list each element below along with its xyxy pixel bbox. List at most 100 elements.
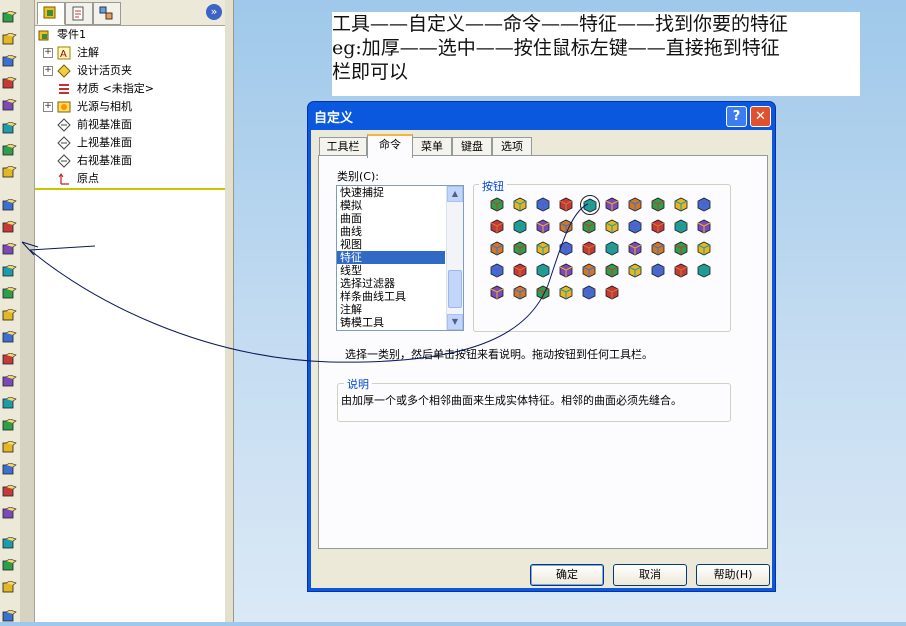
feature-command-icon[interactable] xyxy=(488,283,506,301)
tree-item[interactable]: 右视基准面 xyxy=(35,152,225,170)
property-manager-tab[interactable] xyxy=(65,2,93,25)
feature-command-icon[interactable] xyxy=(580,283,598,301)
feature-command-icon[interactable] xyxy=(580,217,598,235)
category-item[interactable]: 模拟 xyxy=(337,199,445,212)
expand-icon[interactable]: + xyxy=(43,102,53,112)
tab-commands[interactable]: 命令 xyxy=(367,134,413,158)
feature-command-icon[interactable] xyxy=(534,239,552,257)
tree-item[interactable]: 材质 <未指定> xyxy=(35,80,225,98)
circular-pattern-icon[interactable] xyxy=(2,580,17,594)
fillet-icon[interactable] xyxy=(2,98,17,112)
thicken-icon[interactable] xyxy=(580,195,600,215)
feature-command-icon[interactable] xyxy=(580,239,598,257)
mirror-icon[interactable] xyxy=(2,242,17,256)
feature-command-icon[interactable] xyxy=(603,239,621,257)
feature-command-icon[interactable] xyxy=(695,261,713,279)
help-icon[interactable]: ? xyxy=(726,106,747,127)
flex-icon[interactable] xyxy=(2,462,17,476)
wrap-icon[interactable] xyxy=(2,308,17,322)
category-item[interactable]: 快速捕捉 xyxy=(337,186,445,199)
thicken-icon[interactable] xyxy=(2,396,17,410)
feature-command-icon[interactable] xyxy=(534,261,552,279)
tab-keyboard[interactable]: 键盘 xyxy=(452,137,492,156)
tree-item[interactable]: + A 注解 xyxy=(35,44,225,62)
feature-command-icon[interactable] xyxy=(695,239,713,257)
tab-menus[interactable]: 菜单 xyxy=(412,137,452,156)
feature-command-icon[interactable] xyxy=(488,217,506,235)
expand-icon[interactable]: + xyxy=(43,66,53,76)
category-item[interactable]: 曲面 xyxy=(337,212,445,225)
rollback-bar[interactable] xyxy=(35,188,225,190)
close-icon[interactable]: ✕ xyxy=(750,106,771,127)
draft-icon[interactable] xyxy=(2,165,17,179)
feature-command-icon[interactable] xyxy=(603,217,621,235)
tree-item[interactable]: 零件1 xyxy=(35,26,225,44)
collapse-icon[interactable]: » xyxy=(206,4,222,20)
cancel-button[interactable]: 取消 xyxy=(613,564,687,586)
feature-command-icon[interactable] xyxy=(580,261,598,279)
feature-command-icon[interactable] xyxy=(557,283,575,301)
scroll-thumb[interactable] xyxy=(448,270,462,308)
loft-icon[interactable] xyxy=(2,76,17,90)
expand-icon[interactable]: + xyxy=(43,48,53,58)
tree-item[interactable]: 原点 xyxy=(35,170,225,188)
feature-command-icon[interactable] xyxy=(626,261,644,279)
category-scrollbar[interactable]: ▲ ▼ xyxy=(446,186,463,330)
scroll-up-icon[interactable]: ▲ xyxy=(447,186,463,202)
feature-command-icon[interactable] xyxy=(557,195,575,213)
category-list[interactable]: 快速捕捉 模拟 曲面 曲线 视图 特征 线型 选择过滤器 样条曲线工具 注解 铸模工具 ▲ ▼ xyxy=(336,185,464,331)
hole-icon[interactable] xyxy=(2,220,17,234)
category-item[interactable]: 曲线 xyxy=(337,225,445,238)
feature-tree-tab[interactable] xyxy=(37,2,65,25)
feature-command-icon[interactable] xyxy=(649,217,667,235)
feature-command-icon[interactable] xyxy=(649,239,667,257)
tree-item[interactable]: + 设计活页夹 xyxy=(35,62,225,80)
configuration-manager-tab[interactable] xyxy=(93,2,121,25)
feature-command-icon[interactable] xyxy=(534,217,552,235)
feature-command-icon[interactable] xyxy=(672,239,690,257)
feature-command-icon[interactable] xyxy=(695,217,713,235)
shell-icon[interactable] xyxy=(2,143,17,157)
category-item[interactable]: 线型 xyxy=(337,264,445,277)
feature-command-icon[interactable] xyxy=(557,217,575,235)
category-item[interactable]: 特征 xyxy=(337,251,445,264)
feature-command-icon[interactable] xyxy=(511,261,529,279)
feature-command-icon[interactable] xyxy=(672,217,690,235)
deform-icon[interactable] xyxy=(2,484,17,498)
feature-command-icon[interactable] xyxy=(672,195,690,213)
split-icon[interactable] xyxy=(2,352,17,366)
feature-command-icon[interactable] xyxy=(626,195,644,213)
feature-command-icon[interactable] xyxy=(603,283,621,301)
sweep-icon[interactable] xyxy=(2,54,17,68)
category-item[interactable]: 选择过滤器 xyxy=(337,277,445,290)
feature-command-icon[interactable] xyxy=(557,261,575,279)
combine-icon[interactable] xyxy=(2,374,17,388)
tree-item[interactable]: 上视基准面 xyxy=(35,134,225,152)
category-item[interactable]: 铸模工具 xyxy=(337,316,445,329)
feature-command-icon[interactable] xyxy=(534,195,552,213)
feature-command-icon[interactable] xyxy=(534,283,552,301)
feature-command-icon[interactable] xyxy=(488,195,506,213)
intersect-icon[interactable] xyxy=(2,536,17,550)
move-face-icon[interactable] xyxy=(2,418,17,432)
chamfer-icon[interactable] xyxy=(2,121,17,135)
dome-icon[interactable] xyxy=(2,286,17,300)
help-button[interactable]: 帮助(H) xyxy=(696,564,770,586)
feature-command-icon[interactable] xyxy=(626,217,644,235)
tab-options[interactable]: 选项 xyxy=(492,137,532,156)
scale-icon[interactable] xyxy=(2,330,17,344)
feature-command-icon[interactable] xyxy=(626,239,644,257)
category-item[interactable]: 样条曲线工具 xyxy=(337,290,445,303)
feature-command-icon[interactable] xyxy=(557,239,575,257)
feature-command-icon[interactable] xyxy=(488,261,506,279)
feature-command-icon[interactable] xyxy=(603,261,621,279)
category-item[interactable]: 注解 xyxy=(337,303,445,316)
category-item[interactable]: 视图 xyxy=(337,238,445,251)
feature-command-icon[interactable] xyxy=(511,283,529,301)
extrude-icon[interactable] xyxy=(2,10,17,24)
feature-command-icon[interactable] xyxy=(649,195,667,213)
tree-item[interactable]: + 光源与相机 xyxy=(35,98,225,116)
indent-icon[interactable] xyxy=(2,506,17,520)
pattern-icon[interactable] xyxy=(2,264,17,278)
curve-pattern-icon[interactable] xyxy=(2,609,17,623)
